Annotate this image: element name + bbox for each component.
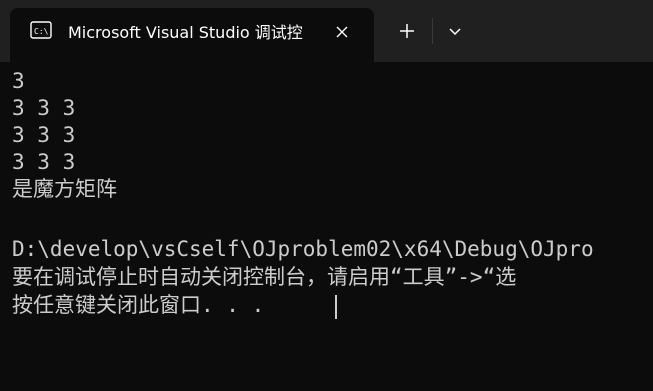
close-icon[interactable]	[330, 20, 354, 44]
console-line: 3	[12, 69, 25, 93]
tab-console[interactable]: C:\ Microsoft Visual Studio 调试控	[10, 8, 374, 62]
console-output[interactable]: 3 3 3 3 3 3 3 3 3 3 是魔方矩阵 D:\develop\vsC…	[0, 62, 653, 391]
console-line: D:\develop\vsCself\OJproblem02\x64\Debug…	[12, 237, 594, 261]
console-icon: C:\	[30, 21, 52, 39]
title-bar: C:\ Microsoft Visual Studio 调试控	[0, 0, 653, 62]
console-line: 3 3 3	[12, 123, 76, 147]
chevron-down-icon[interactable]	[442, 18, 468, 44]
text-cursor	[335, 295, 337, 319]
tab-title: Microsoft Visual Studio 调试控	[68, 23, 303, 42]
tab-divider	[432, 18, 433, 44]
console-line: 3 3 3	[12, 150, 76, 174]
console-line: 要在调试停止时自动关闭控制台，请启用“工具”->“选	[12, 265, 517, 289]
console-line: 按任意键关闭此窗口. . .	[12, 293, 265, 317]
svg-text:C:\: C:\	[34, 27, 49, 36]
plus-icon[interactable]	[394, 18, 420, 44]
console-line: 3 3 3	[12, 96, 76, 120]
console-line: 是魔方矩阵	[12, 177, 117, 201]
